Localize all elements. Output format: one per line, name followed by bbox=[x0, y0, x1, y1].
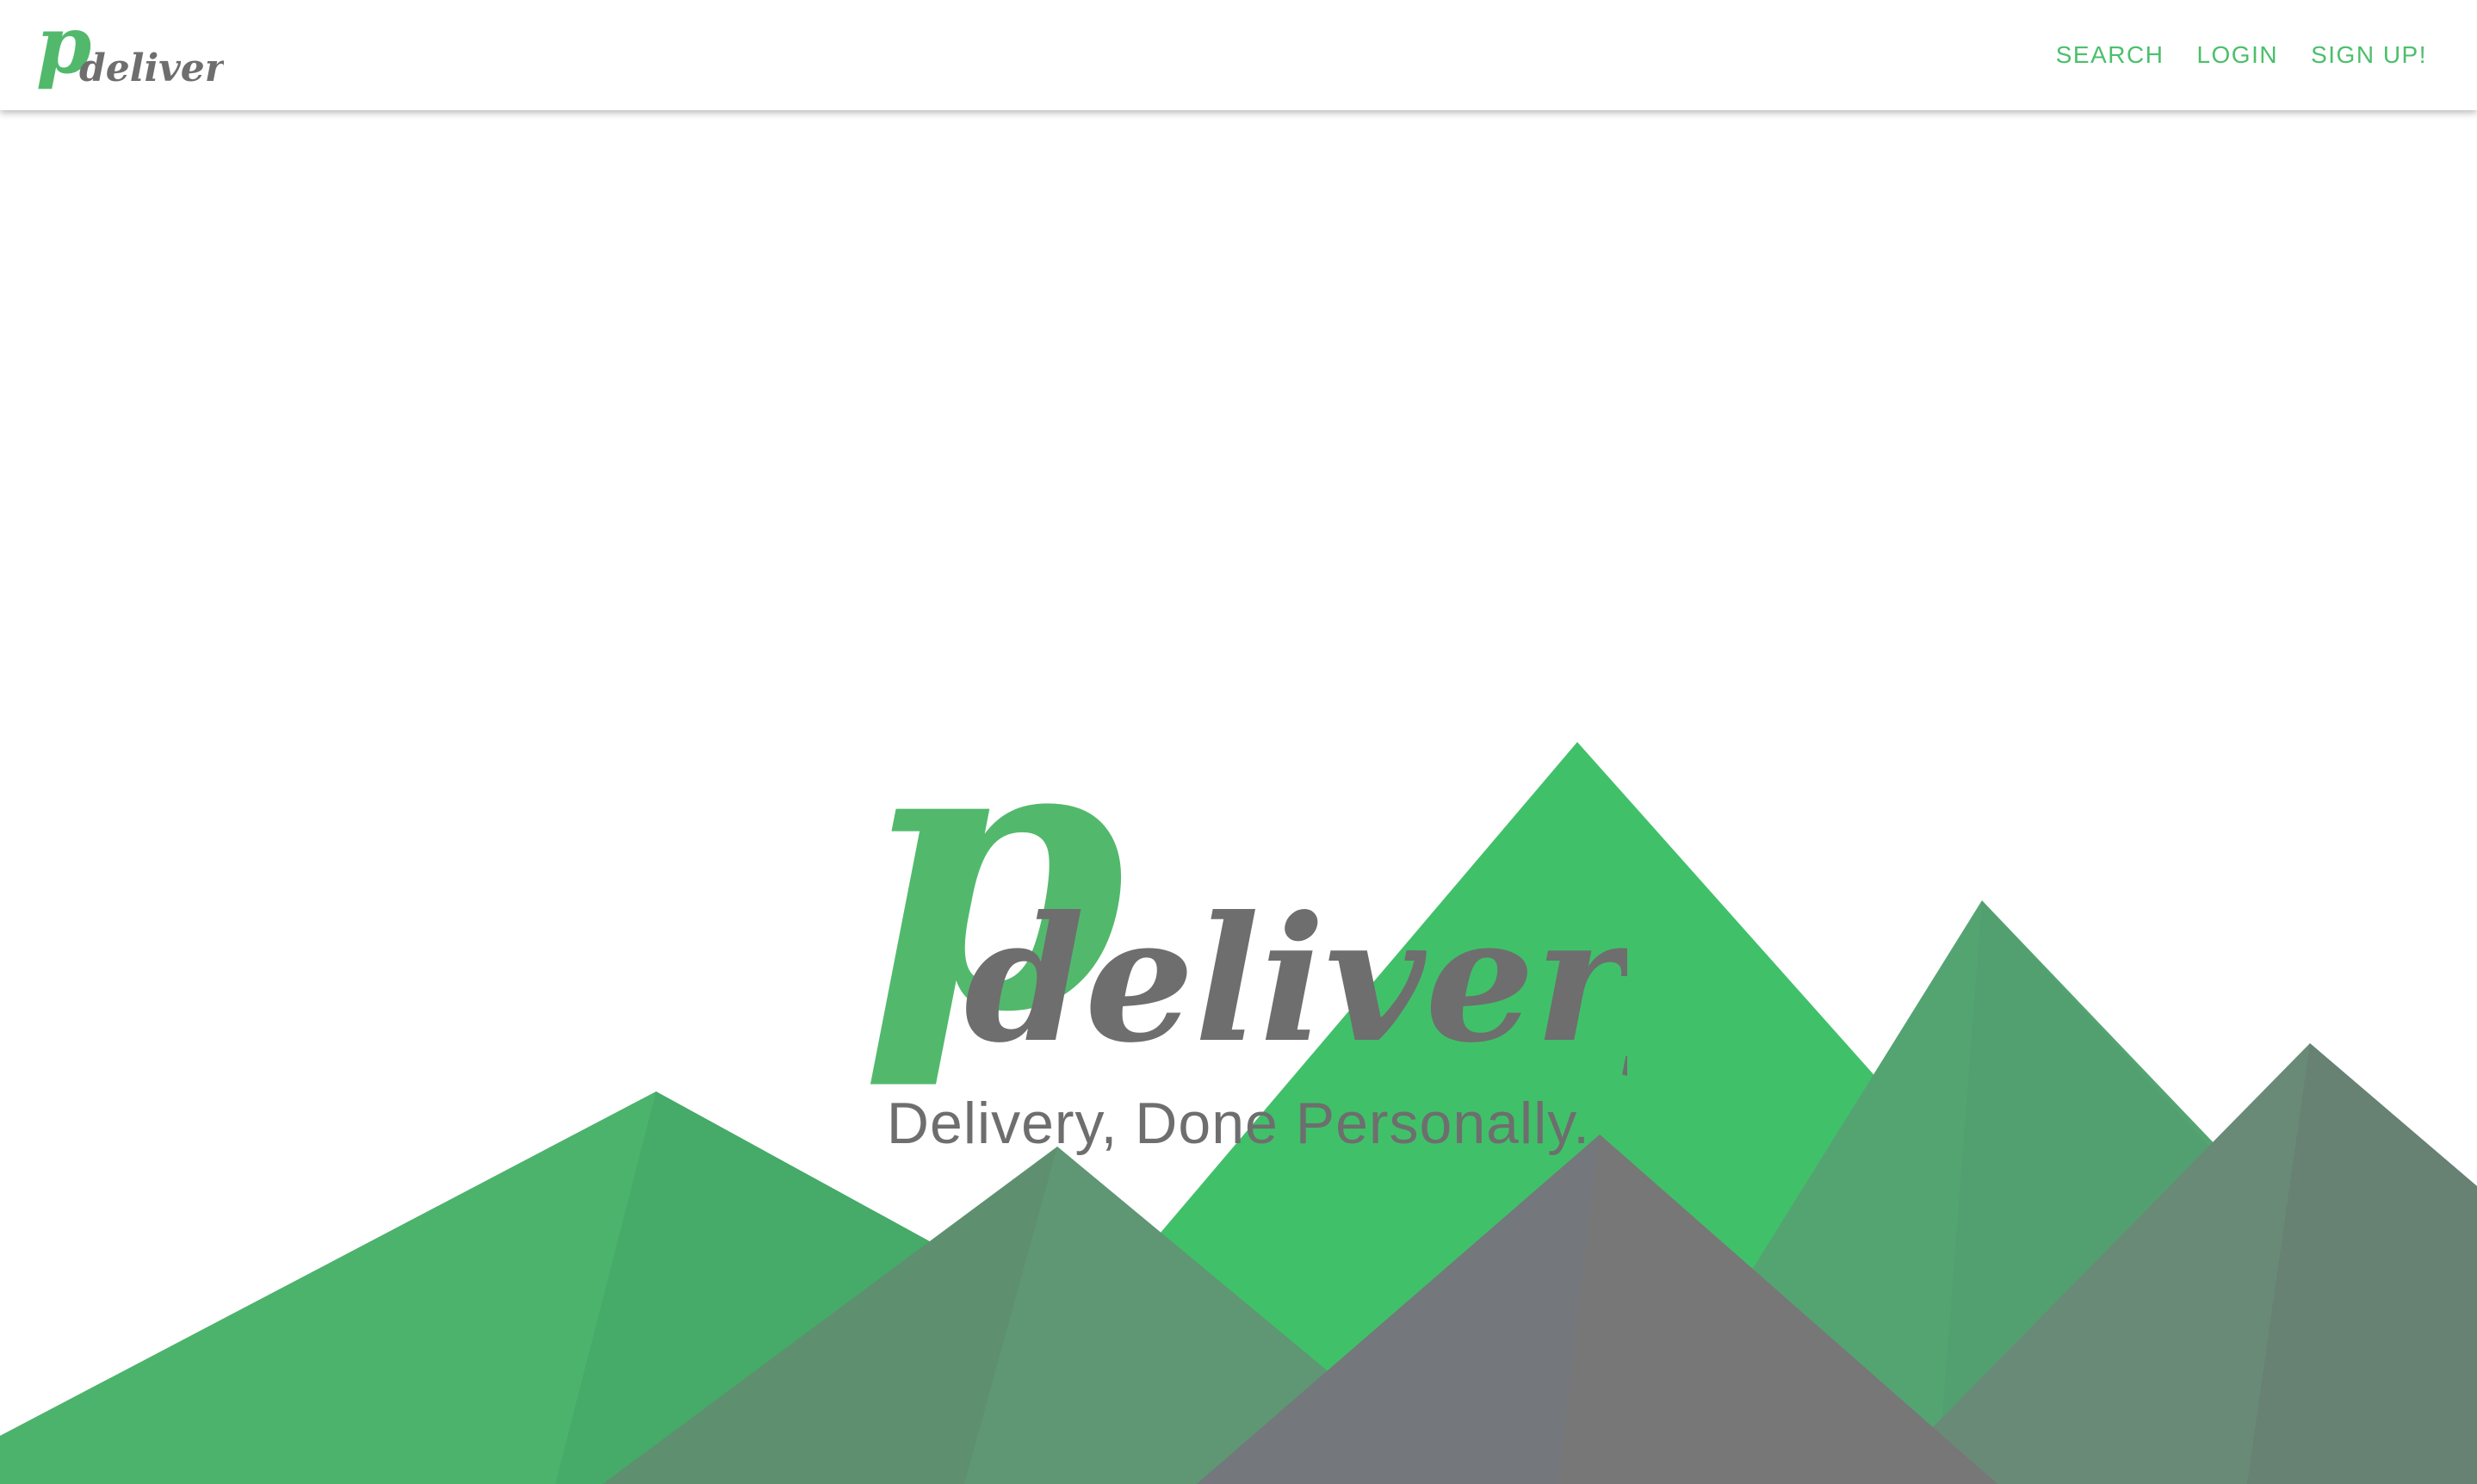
hero-logo-wordmark: delivery bbox=[964, 879, 1627, 1081]
brand-logo[interactable]: p delivery bbox=[34, 10, 224, 96]
nav-login-link[interactable]: LOGIN bbox=[2196, 41, 2278, 69]
hero-brand-logo: p delivery bbox=[861, 678, 1627, 1091]
hero-tagline: Delivery, Done Personally. bbox=[886, 1091, 1591, 1156]
nav-search-link[interactable]: SEARCH bbox=[2056, 41, 2164, 69]
nav-links: SEARCH LOGIN SIGN UP! bbox=[2056, 0, 2427, 110]
nav-signup-link[interactable]: SIGN UP! bbox=[2311, 41, 2427, 69]
top-navbar: p delivery SEARCH LOGIN SIGN UP! bbox=[0, 0, 2477, 110]
hero-section: p delivery Delivery, Done Personally. bbox=[0, 110, 2477, 1484]
logo-wordmark: delivery bbox=[79, 46, 224, 90]
